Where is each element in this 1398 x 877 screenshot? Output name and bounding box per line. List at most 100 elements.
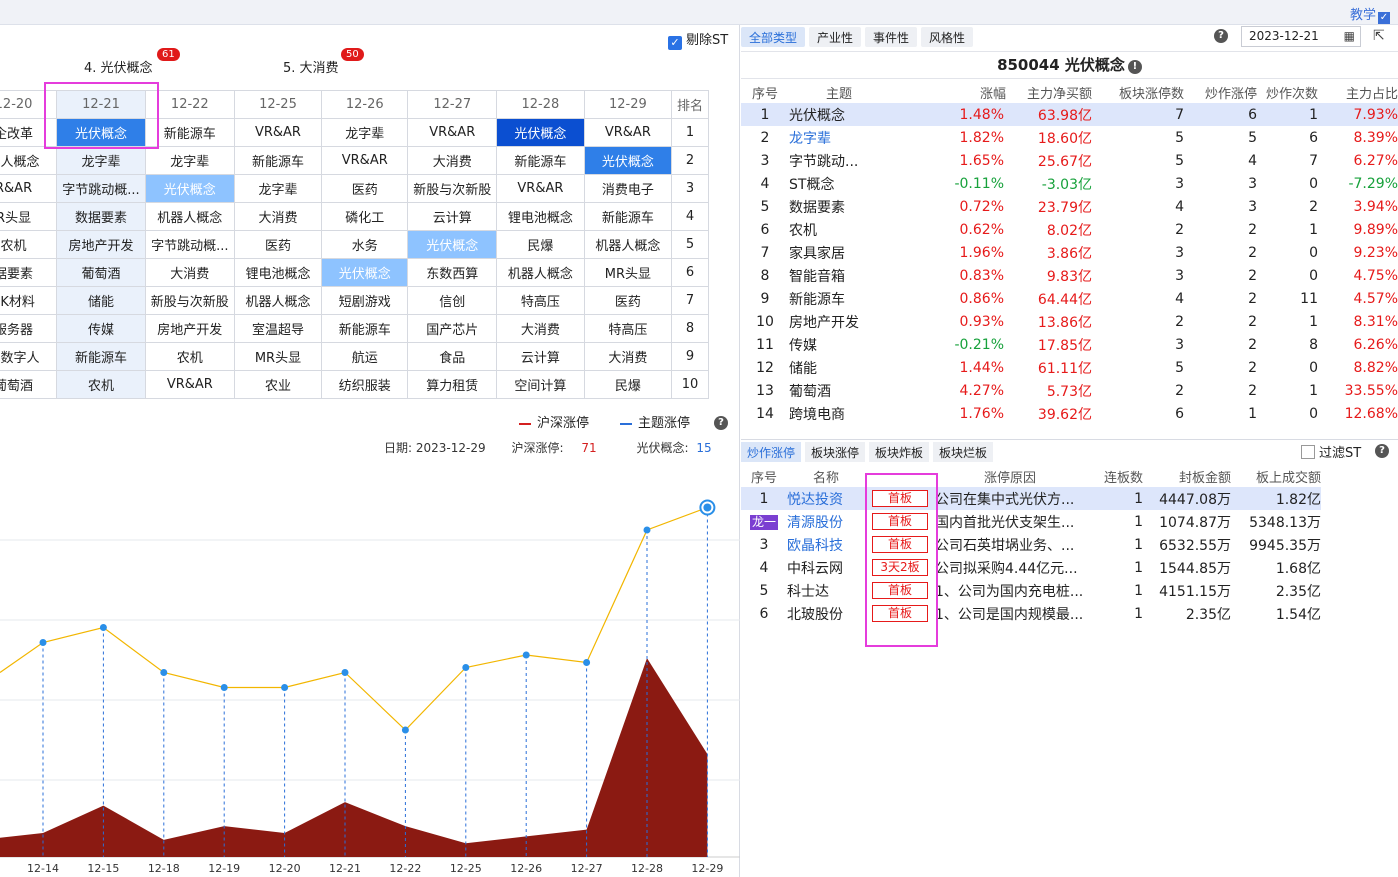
grid-cell[interactable]: 大消费 — [144, 258, 235, 287]
grid-cell[interactable]: 医药 — [583, 286, 673, 315]
grid-cell[interactable]: 消费电子 — [583, 174, 673, 203]
checkbox-unchecked-icon[interactable] — [1301, 445, 1315, 459]
cell-reason[interactable]: 公司在集中式光伏方... — [935, 487, 1085, 510]
grid-cell[interactable]: VR&AR — [496, 174, 585, 203]
filter-st-toggle[interactable]: 过滤ST — [1301, 442, 1361, 461]
data-point[interactable] — [160, 669, 168, 676]
tab-event[interactable]: 事件性 — [865, 27, 918, 47]
grid-cell[interactable]: 机器人概念 — [496, 258, 585, 287]
table-row[interactable]: 10 房地产开发 0.93% 13.86亿 2 2 1 8.31% — [741, 310, 1398, 333]
grid-date-header[interactable]: 12-29 — [583, 90, 673, 119]
data-point[interactable] — [220, 684, 228, 691]
grid-cell[interactable]: 光伏概念 — [496, 118, 585, 147]
grid-cell[interactable]: 民爆 — [583, 370, 673, 399]
grid-date-header[interactable]: 12-28 — [496, 90, 585, 119]
tab-sector-bad[interactable]: 板块烂板 — [933, 442, 994, 462]
grid-cell[interactable]: 字节跳动概... — [56, 174, 146, 203]
grid-cell[interactable]: 大消费 — [407, 146, 498, 175]
grid-cell[interactable]: 云计算 — [496, 342, 585, 371]
grid-cell[interactable]: 室温超导 — [233, 314, 323, 343]
grid-cell[interactable]: 储能 — [56, 286, 146, 315]
grid-cell[interactable]: 特高压 — [583, 314, 673, 343]
data-point[interactable] — [281, 684, 289, 691]
grid-cell[interactable]: 数据要素 — [56, 202, 146, 231]
cell-stock-name[interactable]: 北玻股份 — [787, 602, 865, 625]
table-row[interactable]: 1 光伏概念 1.48% 63.98亿 7 6 1 7.93% — [741, 103, 1398, 126]
table-row[interactable]: 7 家具家居 1.96% 3.86亿 3 2 0 9.23% — [741, 241, 1398, 264]
grid-cell[interactable]: R头显 — [0, 202, 58, 231]
grid-cell[interactable]: 新能源车 — [496, 146, 585, 175]
data-point[interactable] — [462, 664, 470, 671]
table-row[interactable]: 13 葡萄酒 4.27% 5.73亿 2 2 1 33.55% — [741, 379, 1398, 402]
export-icon[interactable]: ⇱ — [1373, 28, 1385, 44]
table-row[interactable]: 9 新能源车 0.86% 64.44亿 4 2 11 4.57% — [741, 287, 1398, 310]
col-header[interactable]: 主力占比 — [1318, 81, 1398, 103]
grid-cell[interactable]: VR&AR — [233, 118, 323, 147]
grid-cell[interactable]: 算力租赁 — [407, 370, 498, 399]
grid-cell[interactable]: 纺织服装 — [321, 370, 409, 399]
grid-cell[interactable]: 短剧游戏 — [321, 286, 409, 315]
grid-cell[interactable]: EK材料 — [0, 286, 58, 315]
table-row[interactable]: 6 农机 0.62% 8.02亿 2 2 1 9.89% — [741, 218, 1398, 241]
grid-cell[interactable]: 大消费 — [233, 202, 323, 231]
stock-row[interactable]: 6 北玻股份 首板 1、公司是国内规模最... 1 2.35亿 1.54亿 — [741, 602, 1321, 625]
data-point[interactable] — [341, 669, 349, 676]
grid-date-header[interactable]: 12-27 — [407, 90, 498, 119]
data-point[interactable] — [401, 726, 409, 734]
help-icon[interactable]: ? — [1214, 29, 1228, 43]
grid-cell[interactable]: 锂电池概念 — [233, 258, 323, 287]
theme-tab-solar[interactable]: 4. 光伏概念 61 — [84, 48, 180, 76]
grid-cell[interactable]: 农机 — [0, 230, 58, 259]
grid-cell[interactable]: 信创 — [407, 286, 498, 315]
data-point[interactable] — [99, 624, 107, 631]
tab-all-types[interactable]: 全部类型 — [741, 27, 806, 47]
grid-cell[interactable]: 器人概念 — [0, 146, 58, 175]
grid-cell[interactable]: 东数西算 — [407, 258, 498, 287]
grid-cell[interactable]: 医药 — [321, 174, 409, 203]
teach-checkbox-icon[interactable]: ✓ — [1378, 12, 1390, 24]
stock-row[interactable]: 龙一 清源股份 首板 国内首批光伏支架生... 1 1074.87万 5348.13万 — [741, 510, 1321, 533]
grid-cell[interactable]: 新能源车 — [583, 202, 673, 231]
grid-cell[interactable]: 农机 — [144, 342, 235, 371]
grid-cell[interactable]: 国产芯片 — [407, 314, 498, 343]
grid-cell[interactable]: 以数字人 — [0, 342, 58, 371]
cell-stock-name[interactable]: 清源股份 — [787, 510, 865, 533]
grid-cell[interactable]: 服务器 — [0, 314, 58, 343]
data-point[interactable] — [39, 639, 47, 646]
tab-sector-break[interactable]: 板块炸板 — [869, 442, 930, 462]
cell-stock-name[interactable]: 中科云网 — [787, 556, 865, 579]
grid-cell[interactable]: 医药 — [233, 230, 323, 259]
grid-cell[interactable]: 航运 — [321, 342, 409, 371]
table-row[interactable]: 2 龙字辈 1.82% 18.60亿 5 5 6 8.39% — [741, 126, 1398, 149]
table-row[interactable]: 8 智能音箱 0.83% 9.83亿 3 2 0 4.75% — [741, 264, 1398, 287]
col-header[interactable]: 涨幅 — [889, 81, 1006, 103]
grid-cell[interactable]: 新股与次新股 — [407, 174, 498, 203]
grid-cell[interactable]: 新能源车 — [321, 314, 409, 343]
stock-col-header[interactable]: 序号 — [741, 465, 787, 487]
grid-cell[interactable]: 光伏概念 — [144, 174, 235, 203]
stock-col-header[interactable]: 板上成交额 — [1231, 465, 1321, 487]
cell-reason[interactable]: 公司拟采购4.44亿元... — [935, 556, 1085, 579]
table-row[interactable]: 3 字节跳动... 1.65% 25.67亿 5 4 7 6.27% — [741, 149, 1398, 172]
grid-cell[interactable]: 特高压 — [496, 286, 585, 315]
table-row[interactable]: 12 储能 1.44% 61.11亿 5 2 0 8.82% — [741, 356, 1398, 379]
grid-cell[interactable]: 机器人概念 — [583, 230, 673, 259]
grid-cell[interactable]: VR&AR — [407, 118, 498, 147]
grid-cell[interactable]: 龙字辈 — [144, 146, 235, 175]
grid-cell[interactable]: 锂电池概念 — [496, 202, 585, 231]
data-point[interactable] — [583, 659, 591, 666]
grid-cell[interactable]: 传媒 — [56, 314, 146, 343]
cell-stock-name[interactable]: 欧晶科技 — [787, 533, 865, 556]
theme-tab-consumer[interactable]: 5. 大消费 50 — [283, 48, 364, 76]
grid-cell[interactable]: 农机 — [56, 370, 146, 399]
table-row[interactable]: 14 跨境电商 1.76% 39.62亿 6 1 0 12.68% — [741, 402, 1398, 425]
cell-stock-name[interactable]: 悦达投资 — [787, 487, 865, 510]
grid-cell[interactable]: 民爆 — [496, 230, 585, 259]
data-point[interactable] — [522, 651, 530, 659]
stock-col-header[interactable]: 封板金额 — [1143, 465, 1231, 487]
exclude-st-toggle[interactable]: ✓ 剔除ST — [668, 29, 728, 50]
grid-cell[interactable]: 新能源车 — [56, 342, 146, 371]
grid-cell[interactable]: 房地产开发 — [144, 314, 235, 343]
grid-cell[interactable]: 磷化工 — [321, 202, 409, 231]
grid-cell[interactable]: 葡萄酒 — [56, 258, 146, 287]
